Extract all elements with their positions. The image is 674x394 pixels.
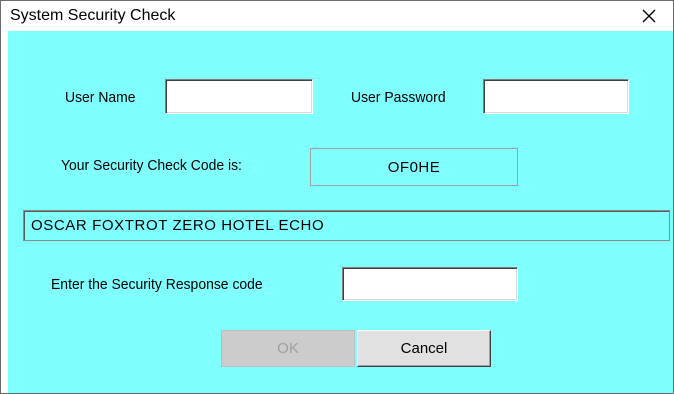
close-icon [642,9,656,23]
security-code-label: Your Security Check Code is: [61,157,242,174]
close-button[interactable] [631,3,667,29]
user-password-input[interactable] [483,79,629,114]
security-response-label: Enter the Security Response code [51,276,263,293]
client-area-top [8,31,673,62]
user-password-label: User Password [351,89,446,106]
user-name-label: User Name [65,89,136,106]
security-code-display: OF0HE [310,148,518,186]
cancel-button[interactable]: Cancel [357,330,491,367]
title-bar[interactable]: System Security Check [1,1,673,31]
ok-button[interactable]: OK [221,330,355,367]
phonetic-code-display: OSCAR FOXTROT ZERO HOTEL ECHO [23,210,670,241]
security-response-input[interactable] [342,267,518,301]
window-title: System Security Check [10,7,176,24]
security-check-dialog: System Security Check User Name User Pas… [0,0,674,394]
user-name-input[interactable] [165,79,313,114]
